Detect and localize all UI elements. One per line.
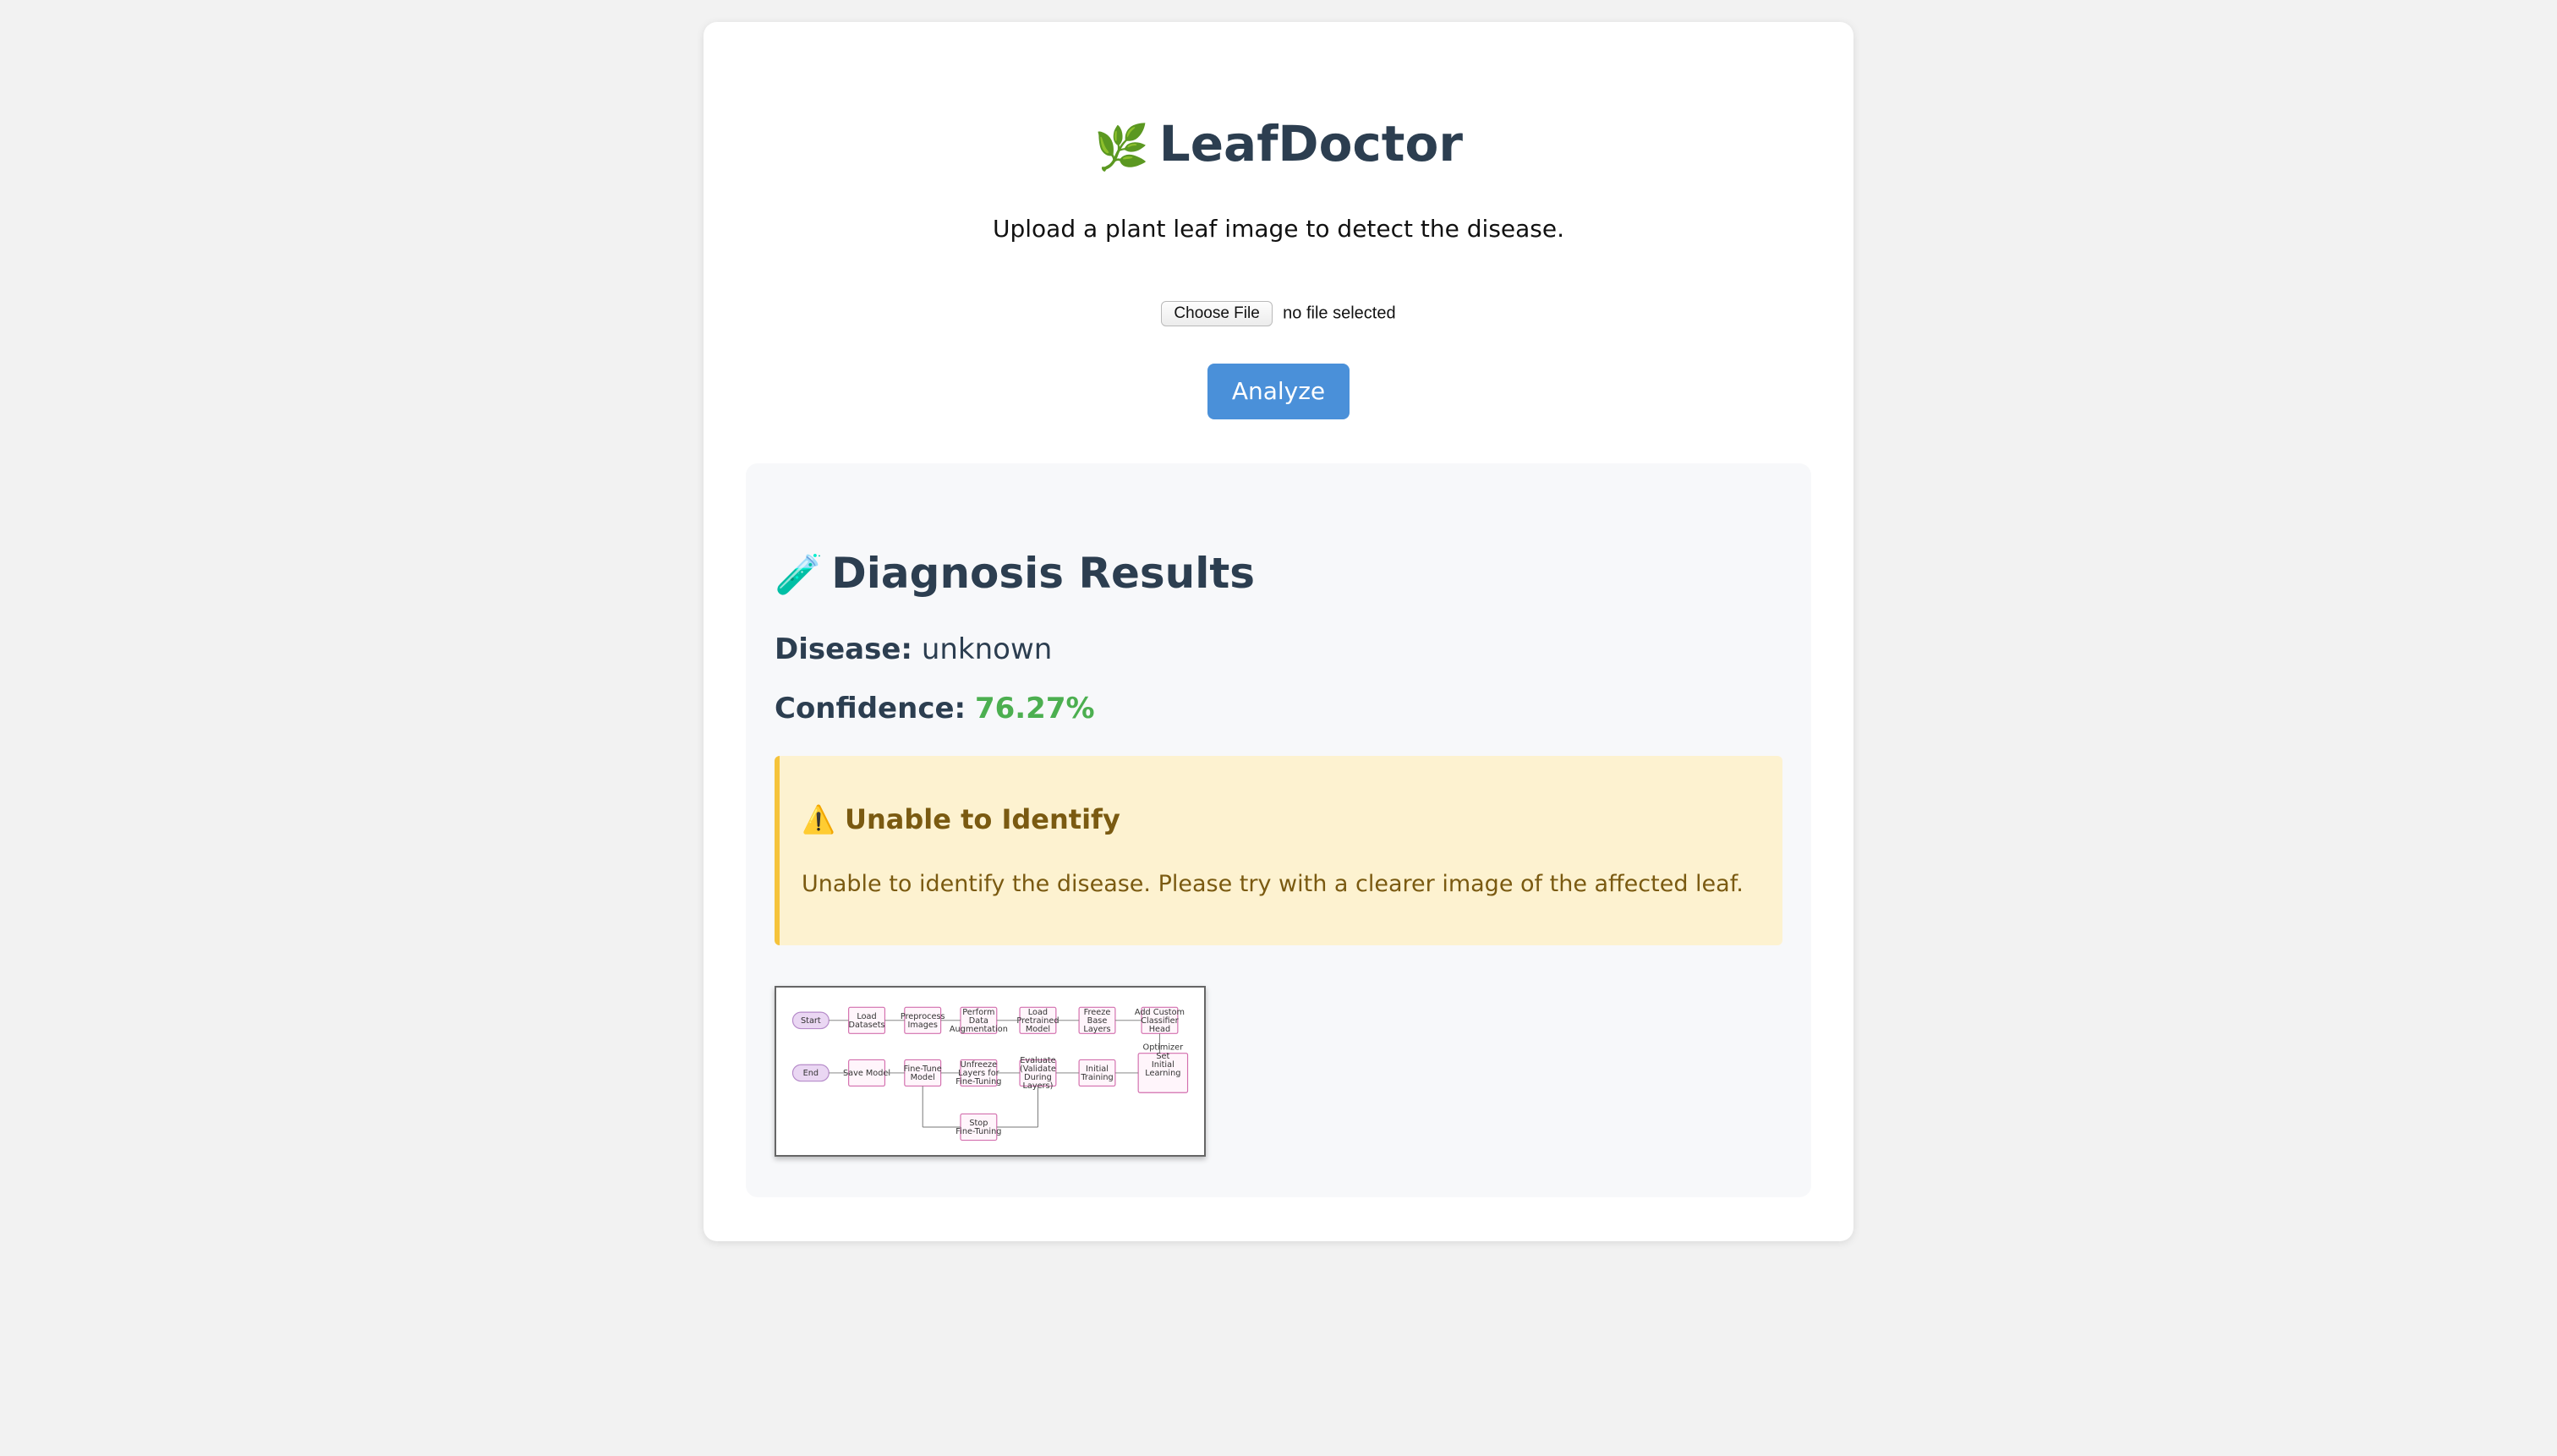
svg-text:Fine-Tuning: Fine-Tuning — [955, 1077, 1001, 1087]
warning-alert: ⚠️ Unable to Identify Unable to identify… — [775, 756, 1782, 945]
flow-node-top-2: PreprocessImages — [901, 1006, 945, 1034]
flow-node-bottom-3: UnfreezeLayers forFine-Tuning — [955, 1059, 1001, 1087]
flow-node-bottom-0: End — [791, 1064, 830, 1082]
main-card: 🌿 LeafDoctor Upload a plant leaf image to… — [704, 22, 1853, 1241]
test-tube-icon: 🧪 — [775, 551, 824, 597]
page-title: 🌿 LeafDoctor — [704, 110, 1853, 182]
flow-node-top-4: LoadPretrainedModel — [1016, 1006, 1059, 1034]
svg-text:Save Model: Save Model — [843, 1069, 890, 1078]
app-title: LeafDoctor — [1158, 115, 1463, 172]
svg-text:Learning: Learning — [1145, 1069, 1180, 1078]
flow-node-top-6: Add CustomClassifierHead — [1135, 1006, 1185, 1034]
flow-node-bottom-1: Save Model — [843, 1059, 890, 1087]
svg-text:Layers: Layers — [1083, 1025, 1110, 1034]
confidence-field: Confidence: 76.27% — [775, 692, 1095, 725]
confidence-value: 76.27% — [974, 692, 1095, 725]
disease-label: Disease: — [775, 632, 913, 666]
flow-node-extra: StopFine-Tuning — [955, 1113, 1001, 1141]
flow-node-top-1: LoadDatasets — [848, 1006, 886, 1034]
results-title: 🧪 Diagnosis Results — [775, 546, 1255, 601]
alert-title: ⚠️ Unable to Identify — [802, 803, 1120, 835]
results-panel: 🧪 Diagnosis Results Disease: unknown Conf… — [746, 463, 1811, 1197]
uploaded-image-preview: Start Load Datasets Preprocess Images Perform… — [775, 986, 1206, 1157]
svg-text:Model: Model — [911, 1073, 935, 1082]
svg-text:Head: Head — [1149, 1025, 1170, 1034]
svg-text:Augmentation: Augmentation — [950, 1025, 1008, 1034]
flow-node-bottom-2: Fine-TuneModel — [904, 1059, 942, 1087]
flow-node-bottom-5: InitialTraining — [1078, 1059, 1116, 1087]
svg-text:Datasets: Datasets — [848, 1021, 884, 1030]
svg-text:Training: Training — [1080, 1073, 1113, 1082]
svg-text:Images: Images — [907, 1021, 937, 1030]
svg-text:Model: Model — [1026, 1025, 1050, 1034]
svg-text:Start: Start — [801, 1016, 821, 1026]
upload-instructions: Upload a plant leaf image to detect the … — [992, 215, 1565, 243]
flow-node-bottom-4: Evaluate(ValidateDuringLayers) — [1019, 1056, 1057, 1091]
analyze-button[interactable]: Analyze — [1207, 364, 1350, 419]
svg-text:End: End — [803, 1069, 819, 1078]
choose-file-button[interactable]: Choose File — [1161, 301, 1273, 326]
alert-message: Unable to identify the disease. Please t… — [802, 871, 1744, 897]
alert-heading: Unable to Identify — [844, 803, 1120, 835]
file-input[interactable]: Choose File no file selected — [704, 301, 1853, 326]
flowchart-image: Start LoadDatasetsPreprocessImagesPerform… — [791, 1006, 1189, 1141]
disease-field: Disease: unknown — [775, 632, 1052, 666]
flow-node-bottom-6: OptimizerSetInitialLearning — [1137, 1043, 1189, 1093]
disease-value: unknown — [921, 632, 1053, 666]
results-heading: Diagnosis Results — [831, 549, 1256, 598]
flow-node-top-5: FreezeBaseLayers — [1078, 1006, 1116, 1034]
file-status: no file selected — [1283, 304, 1396, 323]
confidence-label: Confidence: — [775, 692, 966, 725]
leaf-icon: 🌿 — [1094, 123, 1149, 173]
warning-icon: ⚠️ — [802, 803, 835, 835]
svg-text:Fine-Tuning: Fine-Tuning — [955, 1127, 1001, 1136]
flow-node-top-0: Start — [791, 1011, 830, 1030]
